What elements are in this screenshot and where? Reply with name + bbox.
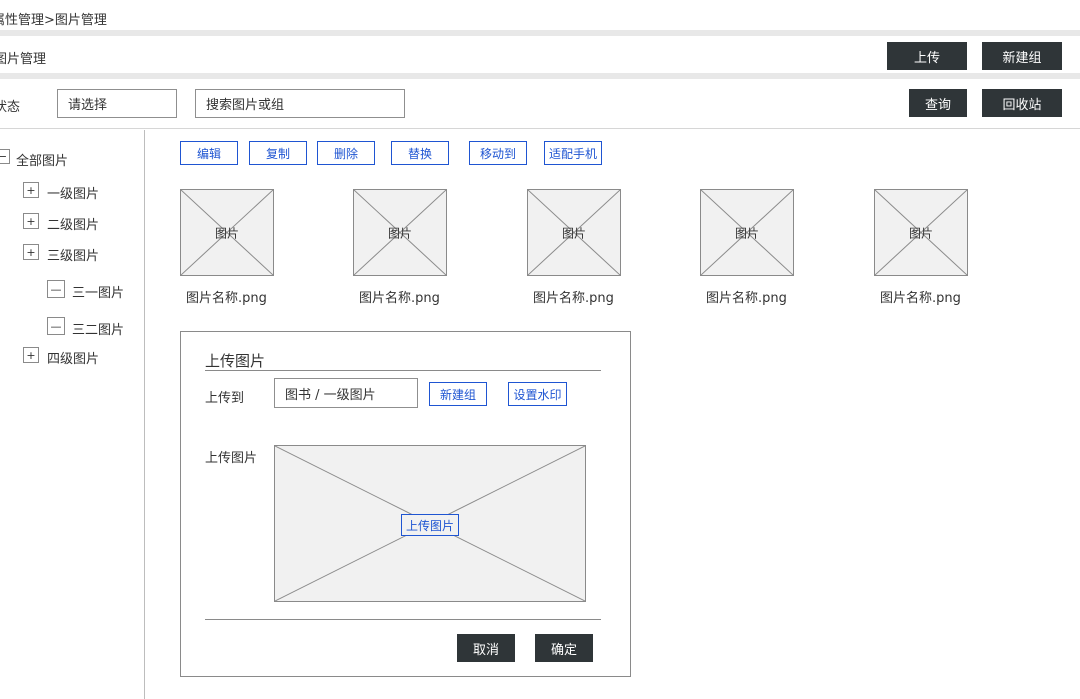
expand-icon[interactable]: + [23, 182, 39, 198]
upload-to-field[interactable]: 图书 / 一级图片 [274, 378, 418, 408]
image-name: 图片名称.png [706, 291, 787, 306]
replace-button[interactable]: 替换 [391, 141, 449, 165]
expand-icon[interactable]: + [23, 244, 39, 260]
image-thumbnail[interactable]: 图片 [353, 189, 447, 276]
dialog-title: 上传图片 [205, 352, 266, 370]
image-name: 图片名称.png [533, 291, 614, 306]
sidebar-divider [144, 130, 145, 699]
image-thumbnail[interactable]: 图片 [527, 189, 621, 276]
expand-icon[interactable]: + [23, 213, 39, 229]
thumbnail-label: 图片 [561, 226, 586, 240]
set-watermark-button[interactable]: 设置水印 [508, 382, 567, 406]
tree-label[interactable]: 三级图片 [47, 245, 99, 264]
upload-button[interactable]: 上传 [887, 42, 967, 70]
upload-to-label: 上传到 [205, 391, 245, 406]
thumbnail-label: 图片 [387, 226, 412, 240]
recycle-bin-button[interactable]: 回收站 [982, 89, 1062, 117]
search-input[interactable]: 搜索图片或组 [195, 89, 405, 118]
dropzone-upload-button[interactable]: 上传图片 [401, 514, 459, 536]
image-name: 图片名称.png [186, 291, 267, 306]
collapse-icon[interactable]: — [47, 280, 65, 298]
filter-separator [0, 128, 1080, 129]
page-title: 图片管理 [0, 52, 47, 67]
collapse-icon[interactable]: − [0, 149, 10, 164]
upload-image-label: 上传图片 [205, 451, 258, 466]
thumbnail-label: 图片 [214, 226, 239, 240]
confirm-button[interactable]: 确定 [535, 634, 593, 662]
header-separator-top [0, 30, 1080, 36]
image-name: 图片名称.png [359, 291, 440, 306]
upload-dropzone[interactable]: 上传图片 [274, 445, 586, 602]
thumbnail-label: 图片 [734, 226, 759, 240]
dialog-title-underline [205, 370, 601, 371]
new-group-button[interactable]: 新建组 [982, 42, 1062, 70]
dialog-footer-divider [205, 619, 601, 620]
fit-mobile-button[interactable]: 适配手机 [544, 141, 602, 165]
cancel-button[interactable]: 取消 [457, 634, 515, 662]
delete-button[interactable]: 删除 [317, 141, 375, 165]
tree-label[interactable]: 四级图片 [47, 348, 99, 367]
image-thumbnail[interactable]: 图片 [700, 189, 794, 276]
tree-label[interactable]: 一级图片 [47, 183, 99, 202]
image-name: 图片名称.png [880, 291, 961, 306]
image-thumbnail[interactable]: 图片 [874, 189, 968, 276]
copy-button[interactable]: 复制 [249, 141, 307, 165]
status-label: 状态 [0, 100, 21, 115]
collapse-icon[interactable]: — [47, 317, 65, 335]
upload-dialog: 上传图片 上传到 图书 / 一级图片 新建组 设置水印 上传图片 上传图片 取消… [180, 331, 631, 677]
header-separator-bottom [0, 73, 1080, 79]
query-button[interactable]: 查询 [909, 89, 967, 117]
image-thumbnail[interactable]: 图片 [180, 189, 274, 276]
tree-label[interactable]: 三二图片 [72, 319, 124, 338]
tree-label-all-images[interactable]: 全部图片 [16, 150, 68, 169]
tree-label[interactable]: 二级图片 [47, 214, 99, 233]
edit-button[interactable]: 编辑 [180, 141, 238, 165]
thumbnail-label: 图片 [908, 226, 933, 240]
breadcrumb: 属性管理>图片管理 [0, 13, 107, 28]
move-to-button[interactable]: 移动到 [469, 141, 527, 165]
expand-icon[interactable]: + [23, 347, 39, 363]
dialog-new-group-button[interactable]: 新建组 [429, 382, 487, 406]
tree-label[interactable]: 三一图片 [72, 282, 124, 301]
status-select[interactable]: 请选择 [57, 89, 177, 118]
